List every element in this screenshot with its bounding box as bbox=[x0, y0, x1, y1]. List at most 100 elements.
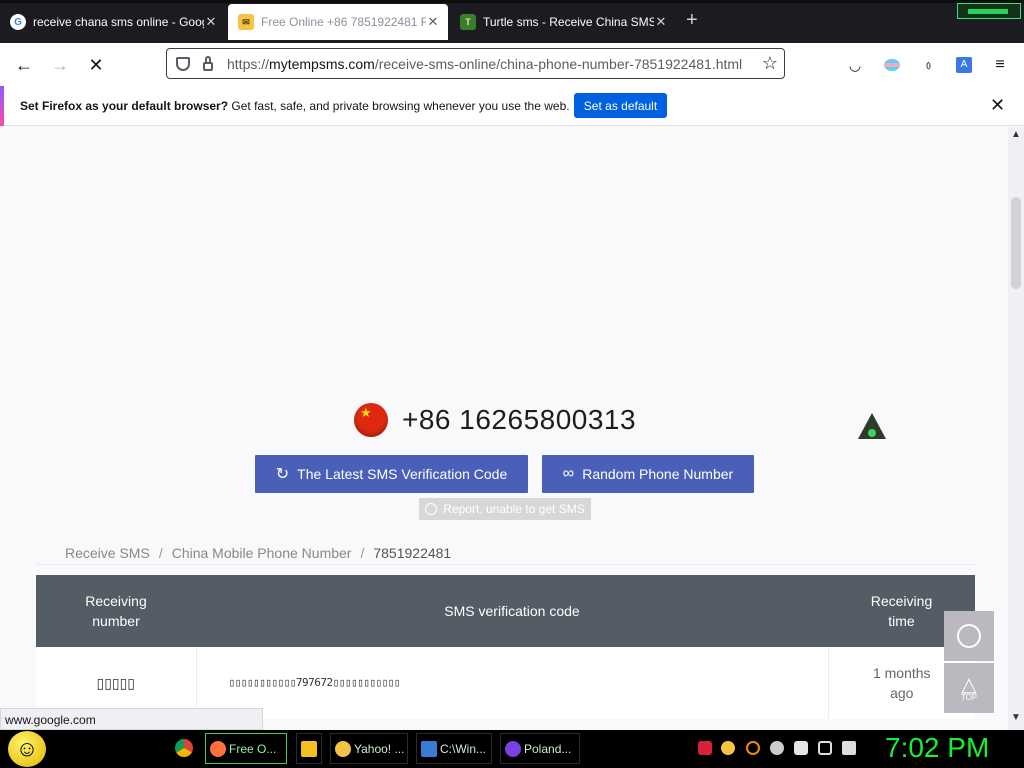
tab-mytempsms[interactable]: ✉ Free Online +86 7851922481 Receive ✕ bbox=[228, 4, 448, 40]
set-as-default-button[interactable]: Set as default bbox=[574, 93, 667, 118]
extension-flag-icon[interactable] bbox=[880, 53, 904, 77]
tab-google-search[interactable]: G receive chana sms online - Google ✕ bbox=[0, 3, 226, 41]
message-cell: ▯▯▯▯▯▯▯▯▯▯▯797672▯▯▯▯▯▯▯▯▯▯▯ bbox=[196, 647, 829, 719]
volume-icon[interactable] bbox=[842, 741, 856, 755]
tray-search-icon[interactable] bbox=[746, 741, 760, 755]
shuffle-icon: ∞ bbox=[562, 465, 575, 482]
scroll-up-icon[interactable]: ▲ bbox=[1011, 129, 1021, 140]
random-number-label: Random Phone Number bbox=[582, 466, 734, 482]
back-button[interactable]: ← bbox=[12, 53, 36, 77]
tray-app-icon[interactable] bbox=[698, 741, 712, 755]
translate-icon[interactable]: A bbox=[952, 53, 976, 77]
window-icon bbox=[421, 740, 437, 757]
china-flag-icon: ★ bbox=[354, 403, 388, 437]
time-label: 1 months ago bbox=[872, 665, 931, 701]
breadcrumb-separator: / bbox=[158, 545, 163, 561]
latest-sms-label: The Latest SMS Verification Code bbox=[297, 466, 508, 482]
taskbar-label: C:\Win... bbox=[440, 741, 487, 756]
url-scheme: https:// bbox=[227, 55, 270, 72]
top-label: TOP bbox=[960, 692, 978, 702]
tab-title: Turtle sms - Receive China SMS bbox=[483, 15, 654, 29]
taskbar-label: Yahoo! ... bbox=[354, 741, 405, 756]
page-scrollbar[interactable]: ▲ ▼ bbox=[1008, 127, 1024, 730]
taskbar-explorer[interactable]: C:\Win... bbox=[416, 733, 492, 764]
forward-button[interactable]: → bbox=[48, 53, 72, 77]
turtle-icon: T bbox=[460, 14, 476, 30]
scroll-down-icon[interactable]: ▼ bbox=[1011, 712, 1021, 723]
phone-header: ★ +86 16265800313 bbox=[354, 403, 636, 437]
tab-close-icon[interactable]: ✕ bbox=[426, 14, 440, 30]
report-button[interactable]: Report, unable to get SMS bbox=[419, 498, 591, 520]
taskbar-label: Poland... bbox=[524, 741, 572, 756]
taskbar-yahoo[interactable]: Yahoo! ... bbox=[330, 733, 408, 764]
notification-message: Set Firefox as your default browser? Get… bbox=[20, 99, 570, 113]
tab-close-icon[interactable]: ✕ bbox=[654, 14, 668, 30]
header-receiving-number-label: Receiving number bbox=[85, 593, 147, 629]
navigation-toolbar: ← → ✕ https://mytempsms.com/receive-sms-… bbox=[0, 43, 1024, 86]
phone-number: +86 16265800313 bbox=[402, 404, 637, 435]
tab-close-icon[interactable]: ✕ bbox=[204, 14, 218, 30]
tor-icon bbox=[505, 740, 521, 757]
pocket-icon[interactable]: ◡ bbox=[843, 53, 867, 77]
breadcrumb-current: 7851922481 bbox=[373, 545, 452, 561]
back-to-top-button[interactable]: △ TOP bbox=[944, 663, 994, 713]
close-notification-icon[interactable]: ✕ bbox=[990, 95, 1005, 116]
taskbar: ☺ Free O... Yahoo! ... C:\Win... Poland.… bbox=[0, 730, 1024, 768]
tray-smiley-icon[interactable] bbox=[721, 741, 735, 755]
sms-table: Receiving number SMS verification code R… bbox=[36, 575, 975, 719]
breadcrumb-receive-sms[interactable]: Receive SMS bbox=[65, 545, 150, 561]
taskbar-folder[interactable] bbox=[296, 733, 322, 764]
taskbar-tor[interactable]: Poland... bbox=[500, 733, 580, 764]
tray-network-icon[interactable] bbox=[770, 741, 784, 755]
chat-icon bbox=[957, 624, 981, 648]
refresh-icon: ↻ bbox=[275, 466, 290, 483]
breadcrumb-china-mobile[interactable]: China Mobile Phone Number bbox=[172, 545, 352, 561]
tab-title: Free Online +86 7851922481 Receive bbox=[261, 15, 426, 29]
stop-loading-button[interactable]: ✕ bbox=[84, 53, 108, 77]
lock-icon[interactable] bbox=[203, 56, 213, 71]
table-header-row: Receiving number SMS verification code R… bbox=[36, 575, 975, 647]
google-icon: G bbox=[10, 14, 26, 30]
sad-face-icon bbox=[425, 503, 438, 515]
folder-icon bbox=[301, 740, 317, 757]
firefox-icon bbox=[210, 740, 226, 757]
header-sms-code: SMS verification code bbox=[196, 575, 828, 647]
url-host: mytempsms.com bbox=[269, 55, 375, 72]
latest-sms-button[interactable]: ↻ The Latest SMS Verification Code bbox=[255, 455, 528, 493]
menu-icon[interactable]: ≡ bbox=[988, 53, 1012, 77]
new-tab-button[interactable]: + bbox=[686, 10, 698, 30]
breadcrumb-separator: / bbox=[360, 545, 365, 561]
yahoo-smiley-icon bbox=[335, 740, 351, 757]
report-label: Report, unable to get SMS bbox=[443, 502, 585, 516]
window-controls[interactable] bbox=[957, 3, 1021, 19]
scroll-thumb[interactable] bbox=[1011, 197, 1021, 289]
tray-flag-icon[interactable] bbox=[794, 741, 808, 755]
tab-turtle-sms[interactable]: T Turtle sms - Receive China SMS ✕ bbox=[450, 3, 676, 41]
tab-title: receive chana sms online - Google bbox=[33, 15, 204, 29]
chrome-icon[interactable] bbox=[175, 739, 193, 757]
notification-text: Get fast, safe, and private browsing whe… bbox=[228, 99, 570, 113]
start-smiley-icon[interactable]: ☺ bbox=[8, 731, 46, 767]
notification-accent bbox=[0, 86, 4, 126]
random-number-button[interactable]: ∞ Random Phone Number bbox=[542, 455, 754, 493]
taskbar-firefox[interactable]: Free O... bbox=[205, 733, 287, 764]
url-text[interactable]: https://mytempsms.com/receive-sms-online… bbox=[227, 56, 762, 72]
chat-button[interactable] bbox=[944, 611, 994, 661]
taskbar-clock[interactable]: 7:02 PM bbox=[885, 732, 989, 764]
bookmark-star-icon[interactable]: ☆ bbox=[762, 53, 778, 74]
breadcrumb: Receive SMS / China Mobile Phone Number / 78… bbox=[36, 545, 975, 565]
status-link-preview: www.google.com bbox=[0, 708, 263, 730]
header-receiving-time-label: Receiving time bbox=[870, 593, 933, 629]
logo-eye-icon bbox=[868, 429, 876, 437]
default-browser-notification: Set Firefox as your default browser? Get… bbox=[0, 86, 1024, 126]
tray-display-icon[interactable] bbox=[818, 741, 832, 755]
arrow-up-icon: △ bbox=[961, 673, 977, 696]
notification-bold-text: Set Firefox as your default browser? bbox=[20, 99, 229, 113]
header-receiving-number: Receiving number bbox=[36, 575, 196, 647]
web-page: ★ +86 16265800313 ↻ The Latest SMS Verif… bbox=[0, 127, 1024, 730]
address-bar[interactable]: https://mytempsms.com/receive-sms-online… bbox=[166, 48, 785, 79]
tracking-shield-icon[interactable] bbox=[176, 56, 190, 71]
url-path: /receive-sms-online/china-phone-number-7… bbox=[374, 55, 743, 72]
extension-dots-icon[interactable]: ⦅⦆ bbox=[916, 53, 940, 77]
tab-strip: G receive chana sms online - Google ✕ ✉ … bbox=[0, 0, 1024, 43]
